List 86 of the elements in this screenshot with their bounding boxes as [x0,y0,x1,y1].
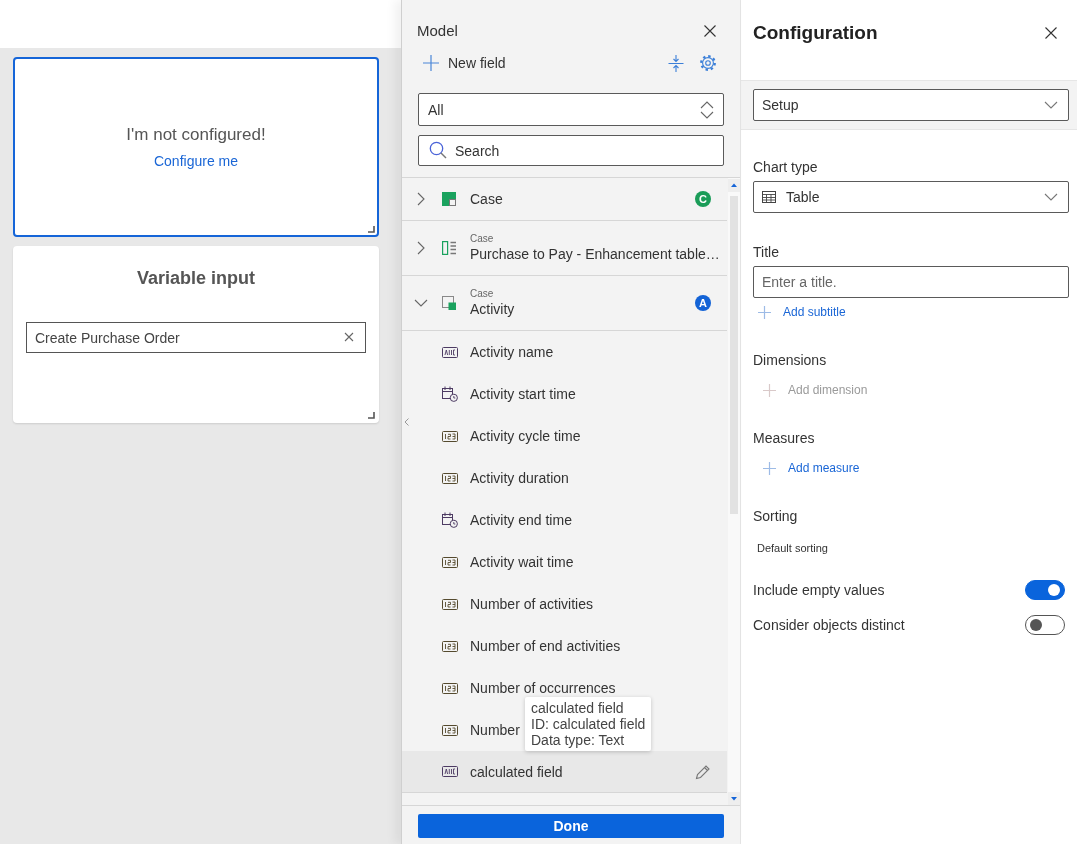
chart-type-select[interactable]: Table [753,181,1069,213]
resize-handle-icon[interactable] [368,226,375,233]
number-type-icon [442,430,458,442]
field-name[interactable]: Activity start time [470,386,576,402]
chevron-down-icon [1044,101,1058,109]
section-label: Sorting [753,507,798,525]
table-name: Purchase to Pay - Enhancement table… [470,245,720,263]
field-name[interactable]: Number of activities [470,596,593,612]
plus-icon [758,305,771,319]
text-type-icon [442,346,458,358]
table-category: Case [470,288,494,300]
number-type-icon [442,682,458,694]
pencil-icon[interactable] [695,763,711,780]
case-table-icon [442,192,456,206]
panel-title: Configuration [753,21,878,45]
tooltip-text: Data type: Text [531,732,626,748]
activity-table-icon [442,296,456,310]
table-badge: C [695,191,711,207]
section-label: Measures [753,429,815,447]
search-icon [429,141,447,159]
number-type-icon [442,472,458,484]
section-label: Dimensions [753,351,827,369]
chevron-left-icon[interactable] [404,418,409,426]
number-type-icon [442,724,458,736]
view-select[interactable]: Setup [753,89,1069,121]
field-name[interactable]: Activity end time [470,512,572,528]
table-item[interactable]: Case Activity A [402,276,727,331]
number-type-icon [442,640,458,652]
field-row[interactable]: calculated field [402,751,727,793]
plus-icon [763,383,776,397]
panel-title: Model [417,21,458,41]
dashboard-tile[interactable]: I'm not configured! Configure me [13,57,379,237]
search-field[interactable]: Search [418,135,724,166]
table-name: Activity [470,300,515,318]
table-badge: A [695,295,711,311]
add-button[interactable]: Add measure [753,459,860,477]
variable-input-field[interactable]: Create Purchase Order [26,322,366,353]
configure-link[interactable]: Configure me [153,152,238,170]
table-list-icon [442,241,456,255]
add-button[interactable]: Add subtitle [753,303,846,321]
settings-icon[interactable] [699,54,717,72]
dashboard-tile[interactable]: Variable input Create Purchase Order [13,246,379,423]
tooltip-text: ID: calculated field [531,716,646,732]
calendar-clock-icon [442,512,458,528]
section-label: Chart type [753,158,818,176]
plus-icon [423,55,439,71]
text-type-icon [442,766,458,777]
done-button[interactable]: Done [418,814,724,838]
field-name[interactable]: calculated field [470,763,563,780]
field-name[interactable]: Number [470,722,520,738]
tile-message: I'm not configured! [126,124,266,146]
scroll-down-icon[interactable] [728,792,740,805]
toggle-switch[interactable] [1025,615,1065,635]
field-name[interactable]: Activity name [470,344,554,360]
number-type-icon [442,556,458,568]
tile-title: Variable input [137,267,255,289]
table-category: Case [470,233,494,245]
table-item[interactable]: Case Purchase to Pay - Enhancement table… [402,221,727,276]
section-label: Title [753,243,779,261]
field-name[interactable]: Activity wait time [470,554,574,570]
up-down-chevron-icon [700,100,714,119]
table-item[interactable]: Case C [402,178,727,221]
sorting-value: Default sorting [757,541,828,556]
field-name[interactable]: Activity duration [470,470,569,486]
field-name[interactable]: Number of end activities [470,638,621,654]
field-name[interactable]: Activity cycle time [470,428,581,444]
table-icon [762,191,776,203]
table-name: Case [470,190,503,208]
toggle-switch[interactable] [1025,580,1065,600]
tooltip-text: calculated field [531,700,625,716]
calendar-clock-icon [442,386,458,402]
close-icon[interactable] [704,25,716,37]
resize-handle-icon[interactable] [368,412,375,419]
plus-icon [763,461,776,475]
title-input[interactable]: Enter a title. [753,266,1069,298]
clear-icon[interactable] [344,332,354,342]
toggle-label: Include empty values [753,582,885,598]
close-icon[interactable] [1045,27,1057,39]
number-type-icon [442,598,458,610]
scroll-up-icon[interactable] [728,179,740,192]
toggle-label: Consider objects distinct [753,617,905,633]
chevron-down-icon [1044,193,1058,201]
collapse-arrows-icon[interactable] [668,54,684,72]
new-field-button[interactable]: New field [423,55,506,71]
field-name[interactable]: Number of occurrences [470,680,616,696]
filter-select[interactable]: All [418,93,724,126]
